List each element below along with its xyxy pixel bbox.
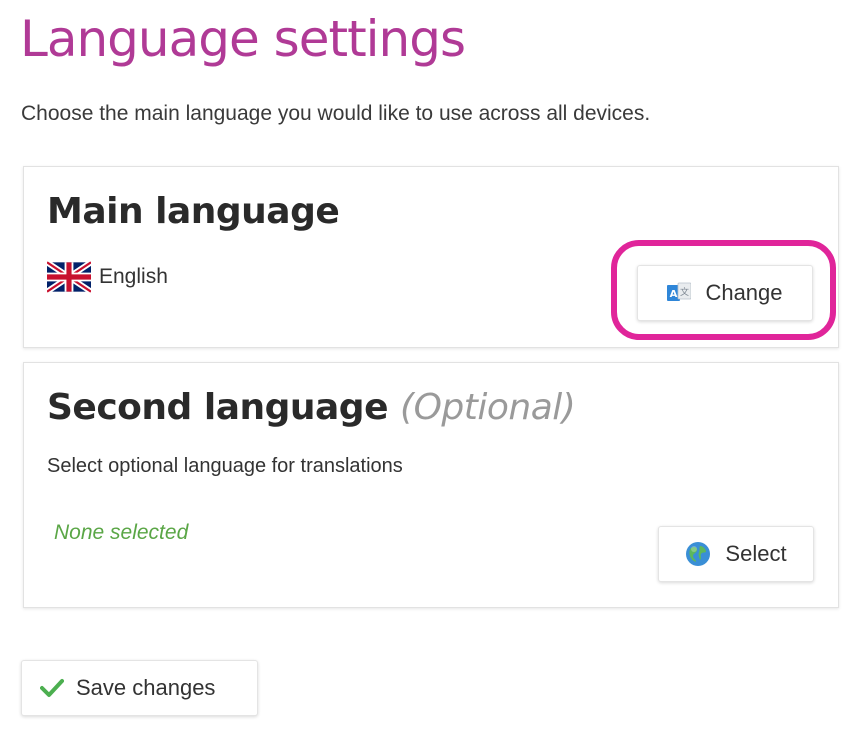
second-language-title: Second language (47, 387, 389, 428)
svg-text:文: 文 (680, 286, 689, 298)
globe-icon (685, 541, 711, 567)
second-language-status: None selected (54, 521, 189, 544)
second-language-card: Second language (Optional) Select option… (23, 362, 839, 608)
change-button-label: Change (705, 280, 783, 305)
second-language-heading: Second language (Optional) (47, 387, 576, 428)
change-language-button[interactable]: A 文 Change (637, 265, 813, 321)
select-language-button[interactable]: Select (658, 526, 814, 582)
language-settings-page: Language settings Choose the main langua… (0, 0, 863, 733)
current-language-label: English (99, 265, 168, 288)
checkmark-icon (40, 678, 64, 698)
save-changes-button[interactable]: Save changes (21, 660, 258, 716)
svg-text:A: A (670, 289, 678, 300)
optional-tag: (Optional) (400, 387, 576, 428)
main-language-heading: Main language (47, 191, 340, 232)
translate-icon: A 文 (667, 282, 692, 304)
second-language-description: Select optional language for translation… (47, 455, 403, 477)
main-language-card: Main language English A 文 Change (23, 166, 839, 348)
uk-flag-icon (47, 261, 91, 293)
current-language: English (47, 261, 168, 293)
page-title: Language settings (20, 10, 466, 68)
select-button-label: Select (725, 541, 787, 566)
save-button-label: Save changes (76, 675, 216, 700)
page-description: Choose the main language you would like … (21, 102, 651, 125)
